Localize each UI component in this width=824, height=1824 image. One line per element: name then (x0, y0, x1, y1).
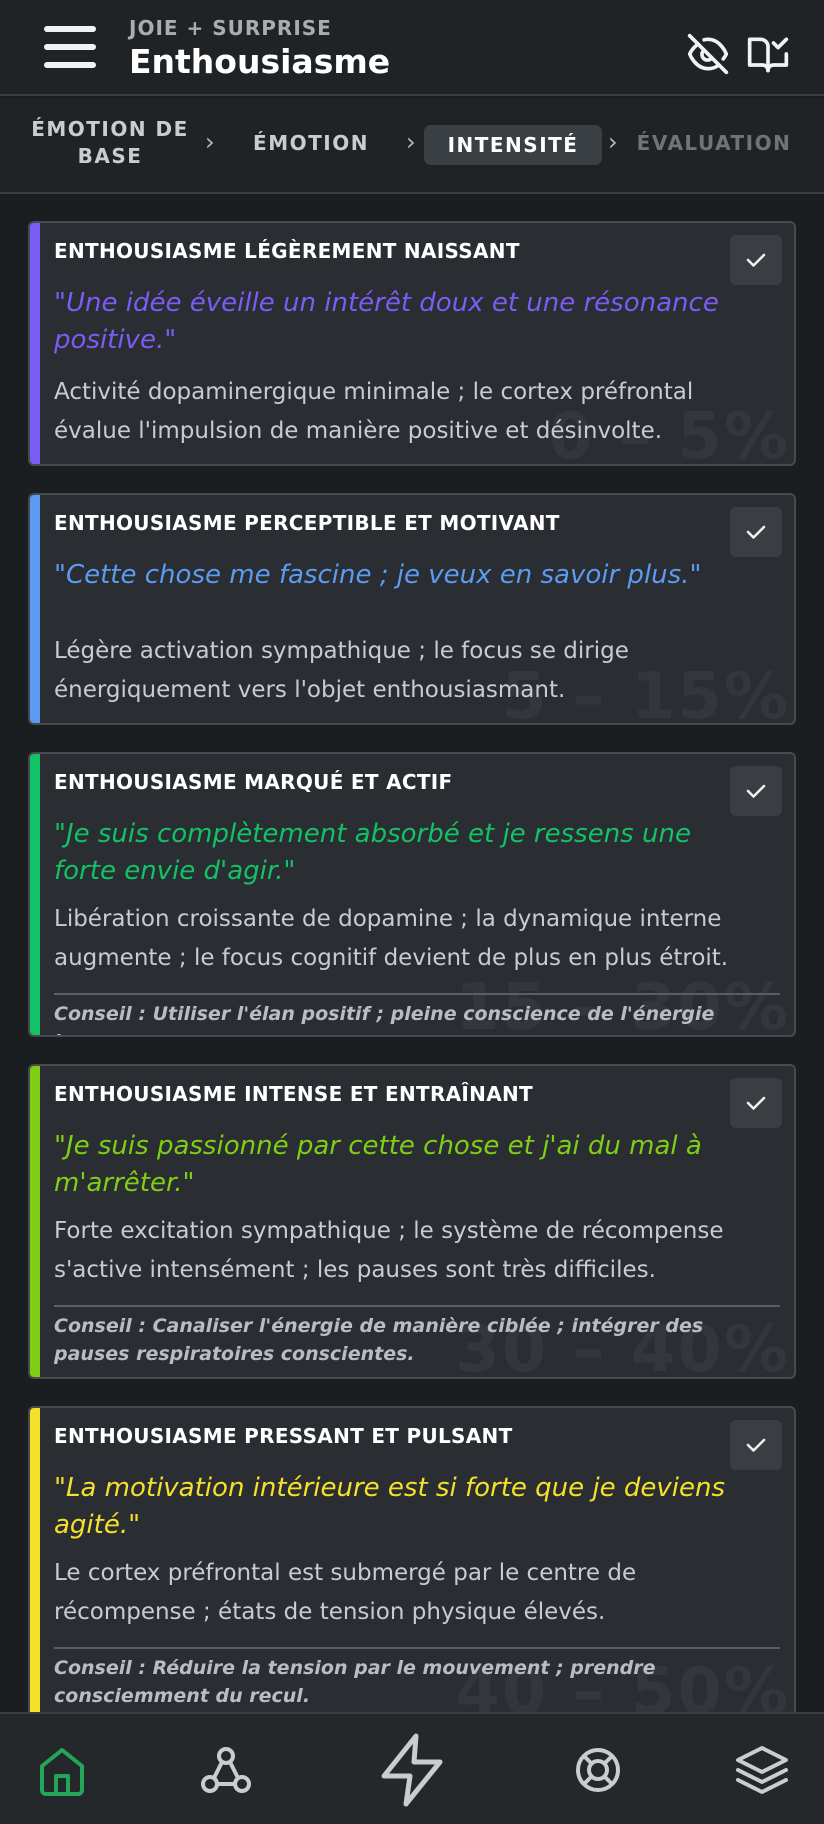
intensity-card[interactable]: 40 – 50% ENTHOUSIASME PRESSANT ET PULSAN… (28, 1406, 796, 1736)
intensity-card[interactable]: 30 – 40% ENTHOUSIASME INTENSE ET ENTRAÎN… (28, 1064, 796, 1379)
color-bar (30, 223, 40, 464)
color-bar (30, 1066, 40, 1377)
step-evaluation[interactable]: ÉVALUATION (634, 130, 794, 157)
book-check-icon[interactable] (746, 32, 790, 76)
divider (54, 993, 780, 995)
card-description: Forte excitation sympathique ; le systèm… (54, 1218, 724, 1283)
page-title: Enthousiasme (129, 42, 391, 81)
card-title: ENTHOUSIASME INTENSE ET ENTRAÎNANT (54, 1082, 533, 1106)
card-title: ENTHOUSIASME MARQUÉ ET ACTIF (54, 770, 453, 794)
select-button[interactable] (730, 766, 782, 816)
intensity-card[interactable]: 15 – 30% ENTHOUSIASME MARQUÉ ET ACTIF "J… (28, 752, 796, 1037)
home-icon[interactable] (30, 1738, 94, 1802)
card-title: ENTHOUSIASME LÉGÈREMENT NAISSANT (54, 239, 520, 263)
step-separator: › (406, 128, 416, 156)
card-quote: "Je suis passionné par cette chose et j'… (54, 1131, 702, 1198)
intensity-card[interactable]: 0 – 5% ENTHOUSIASME LÉGÈREMENT NAISSANT … (28, 221, 796, 466)
intensity-card[interactable]: 5 – 15% ENTHOUSIASME PERCEPTIBLE ET MOTI… (28, 493, 796, 725)
header-subtitle: JOIE + SURPRISE (129, 16, 332, 40)
zap-icon[interactable] (370, 1728, 454, 1812)
select-button[interactable] (730, 1420, 782, 1470)
app-header: JOIE + SURPRISE Enthousiasme (0, 0, 824, 96)
card-description: Le cortex préfrontal est submergé par le… (54, 1560, 637, 1625)
check-icon (746, 1096, 766, 1110)
card-quote: "Je suis complètement absorbé et je ress… (54, 819, 691, 886)
card-description: Libération croissante de dopamine ; la d… (54, 906, 729, 971)
color-bar (30, 1408, 40, 1734)
menu-icon[interactable] (40, 22, 100, 72)
divider (54, 1647, 780, 1649)
step-separator: › (608, 128, 618, 156)
card-tip: Conseil : Canaliser l'énergie de manière… (54, 1315, 704, 1365)
card-tip: Conseil : Réduire la tension par le mouv… (54, 1657, 656, 1707)
layers-icon[interactable] (730, 1738, 794, 1802)
card-description: Légère activation sympathique ; le focus… (54, 638, 629, 703)
step-base-emotion[interactable]: ÉMOTION DE BASE (28, 116, 192, 170)
card-description: Activité dopaminergique minimale ; le co… (54, 379, 694, 444)
select-button[interactable] (730, 235, 782, 285)
check-icon (746, 525, 766, 539)
card-quote: "Une idée éveille un intérêt doux et une… (54, 288, 719, 355)
card-quote: "La motivation intérieure est si forte q… (54, 1473, 726, 1540)
check-icon (746, 784, 766, 798)
step-emotion[interactable]: ÉMOTION (236, 130, 386, 157)
bottom-navigation (0, 1712, 824, 1824)
step-separator: › (205, 128, 215, 156)
card-title: ENTHOUSIASME PERCEPTIBLE ET MOTIVANT (54, 511, 560, 535)
divider (54, 1305, 780, 1307)
card-quote: "Cette chose me fascine ; je veux en sav… (54, 560, 702, 590)
step-navigation: ÉMOTION DE BASE › ÉMOTION › INTENSITÉ › … (0, 98, 824, 194)
card-title: ENTHOUSIASME PRESSANT ET PULSANT (54, 1424, 513, 1448)
webhook-icon[interactable] (194, 1738, 258, 1802)
lifebuoy-icon[interactable] (566, 1738, 630, 1802)
step-intensity[interactable]: INTENSITÉ (424, 125, 602, 165)
check-icon (746, 253, 766, 267)
color-bar (30, 754, 40, 1035)
check-icon (746, 1438, 766, 1452)
select-button[interactable] (730, 507, 782, 557)
eye-off-icon[interactable] (686, 32, 730, 76)
color-bar (30, 495, 40, 723)
card-tip: Conseil : Utiliser l'élan positif ; plei… (54, 1003, 715, 1035)
select-button[interactable] (730, 1078, 782, 1128)
